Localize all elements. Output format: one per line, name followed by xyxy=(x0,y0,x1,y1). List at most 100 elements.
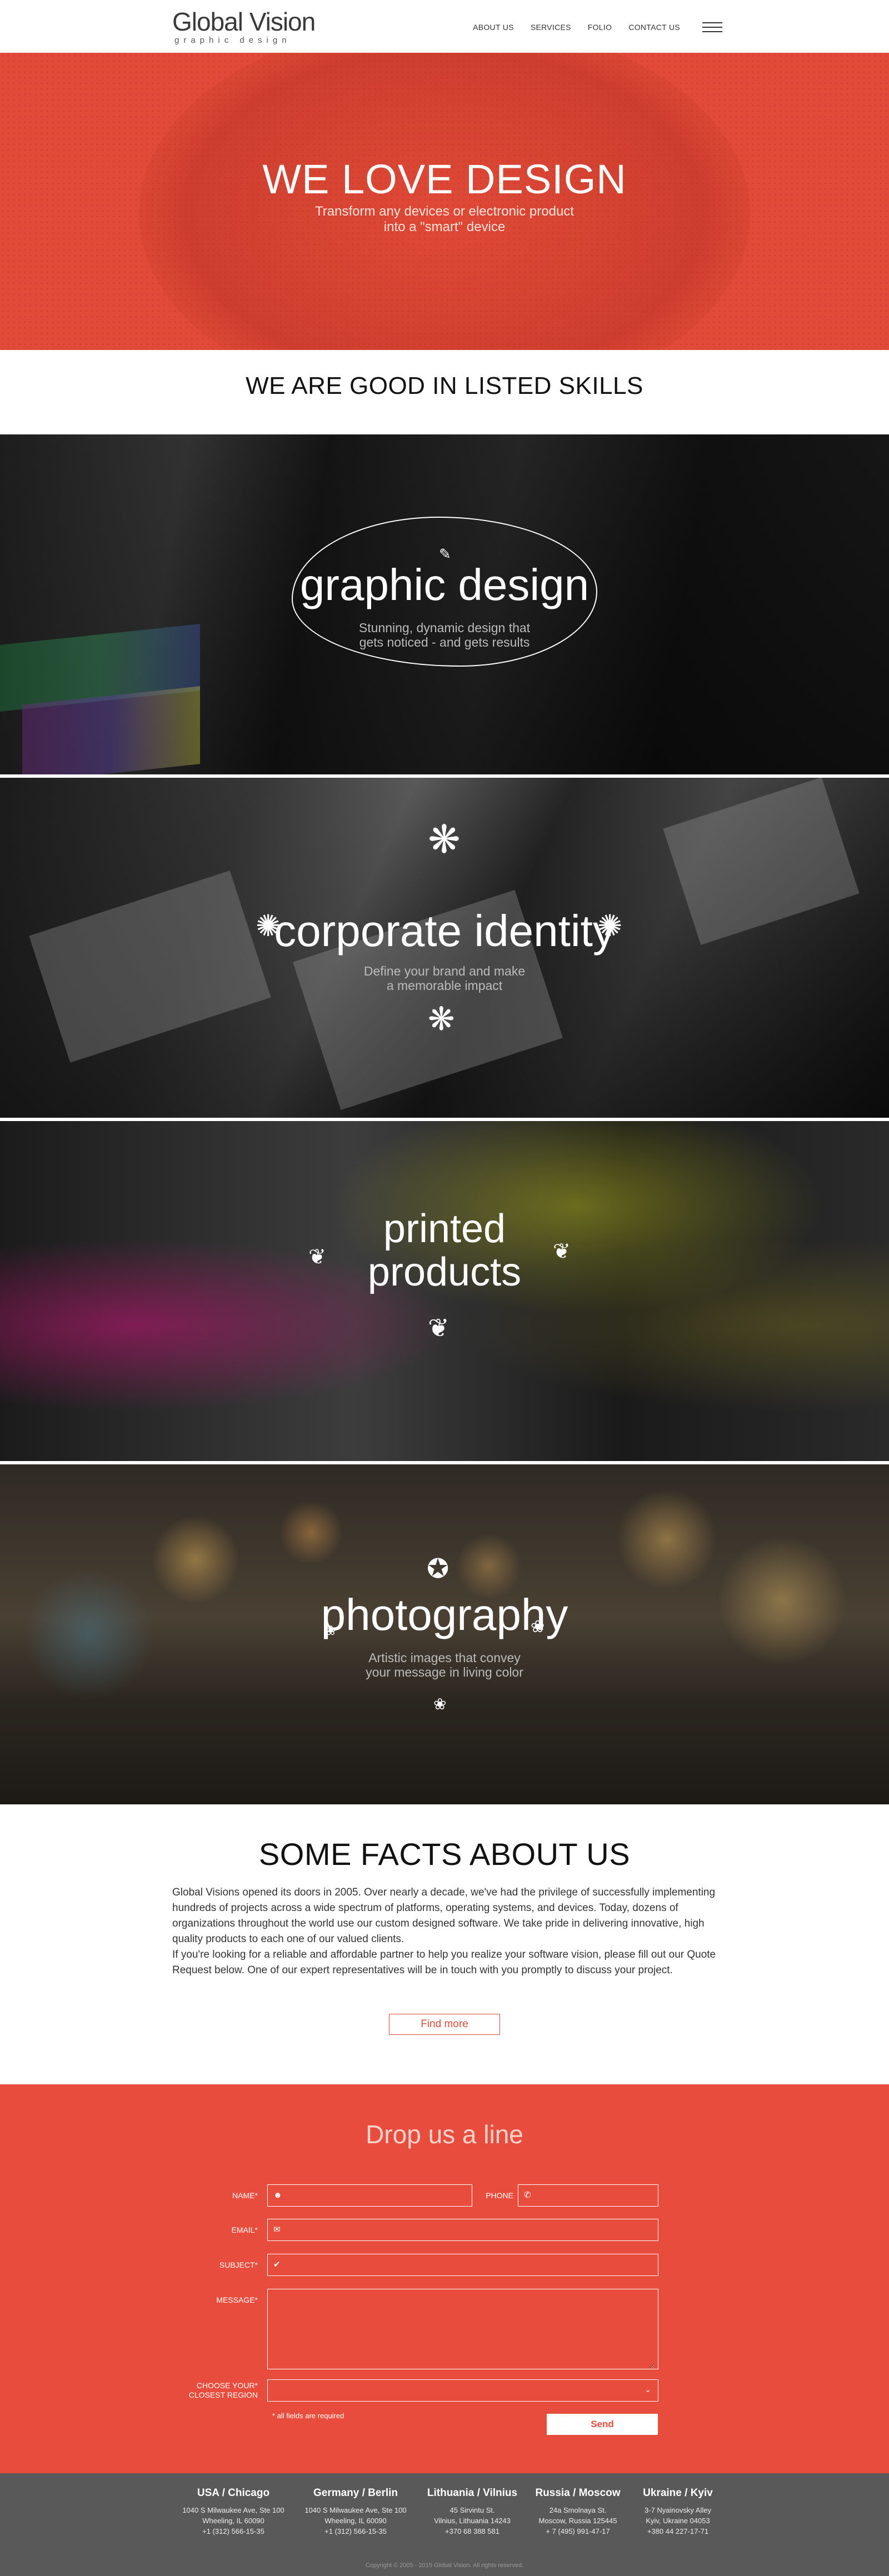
region-select[interactable]: ⌄ xyxy=(267,2379,658,2402)
skill-title: printed products xyxy=(0,1207,889,1294)
office-ukraine-kyiv: Ukraine / Kyiv 3-7 Nyainovsky Alley Kyiv… xyxy=(622,2487,733,2537)
office-title: Germany / Berlin xyxy=(313,2487,398,2499)
name-input[interactable] xyxy=(289,2185,468,2206)
checkmark-icon: ✔ xyxy=(273,2260,281,2269)
skill-description: Define your brand and make a memorable i… xyxy=(0,964,889,993)
hero-title: WE LOVE DESIGN xyxy=(262,156,627,202)
facts-title: SOME FACTS ABOUT US xyxy=(258,1837,631,1872)
skill-panel-printed-products[interactable]: ❦ ❦ ❦ printed products xyxy=(0,1121,889,1461)
skill-title-line: printed xyxy=(383,1207,506,1251)
nav-services[interactable]: SERVICES xyxy=(531,23,571,32)
office-phone: +1 (312) 566-15-35 xyxy=(202,2527,264,2535)
user-icon: ☻ xyxy=(273,2190,282,2200)
contact-section: Drop us a line NAME* ☻ PHONE ✆ EMAIL* ✉ … xyxy=(0,2084,889,2473)
skills-heading: WE ARE GOOD IN LISTED SKILLS xyxy=(246,372,643,399)
message-label: MESSAGE* xyxy=(216,2295,258,2304)
skill-description-line: gets noticed - and gets results xyxy=(359,635,530,649)
hamburger-menu-icon[interactable] xyxy=(702,22,722,32)
camera-sketch-icon: ✪ xyxy=(427,1554,450,1584)
contact-title: Drop us a line xyxy=(366,2120,523,2149)
office-address: 3-7 Nyainovsky Alley xyxy=(645,2506,711,2514)
office-address: 1040 S Milwaukee Ave, Ste 100 xyxy=(182,2506,284,2514)
office-address: 45 Sirvintu St. xyxy=(450,2506,495,2514)
phone-input[interactable] xyxy=(540,2185,655,2206)
office-address: Moscow, Russia 125445 xyxy=(538,2517,617,2525)
nav-folio[interactable]: FOLIO xyxy=(588,23,612,32)
nav-contact-us[interactable]: CONTACT US xyxy=(628,23,680,32)
main-nav: ABOUT US SERVICES FOLIO CONTACT US xyxy=(456,22,722,32)
swirl-ornament-icon: ❀ xyxy=(433,1695,447,1713)
office-phone: +370 68 388 581 xyxy=(445,2527,500,2535)
hero-subtitle-line: Transform any devices or electronic prod… xyxy=(315,204,574,219)
office-address: 1040 S Milwaukee Ave, Ste 100 xyxy=(304,2506,407,2514)
swirl-ornament-icon: ❦ xyxy=(428,1313,450,1342)
hero-subtitle-line: into a "smart" device xyxy=(383,219,506,234)
copyright: Copyright © 2005 - 2015 Global Vision. A… xyxy=(365,2562,524,2569)
office-title: Russia / Moscow xyxy=(535,2487,621,2499)
required-note: * all fields are required xyxy=(272,2412,344,2420)
office-phone: +1 (312) 566-15-35 xyxy=(324,2527,387,2535)
office-phone: +380 44 227-17-71 xyxy=(647,2527,709,2535)
chevron-down-icon: ⌄ xyxy=(645,2385,651,2394)
subject-field[interactable]: ✔ xyxy=(267,2254,658,2276)
send-button[interactable]: Send xyxy=(547,2414,658,2435)
skill-description: Stunning, dynamic design that gets notic… xyxy=(0,621,889,649)
skill-title: photography xyxy=(321,1590,568,1639)
office-title: USA / Chicago xyxy=(197,2487,270,2499)
office-germany-berlin: Germany / Berlin 1040 S Milwaukee Ave, S… xyxy=(294,2487,417,2537)
skill-title-line: products xyxy=(367,1250,522,1294)
skill-description-line: Stunning, dynamic design that xyxy=(358,621,531,635)
phone-icon: ✆ xyxy=(524,2190,531,2200)
email-field[interactable]: ✉ xyxy=(267,2219,658,2241)
office-address: Kyiv, Ukraine 04053 xyxy=(646,2517,710,2525)
region-label: CHOOSE YOUR* CLOSEST REGION xyxy=(167,2381,258,2400)
logo-tagline: graphic design xyxy=(174,36,291,45)
phone-field[interactable]: ✆ xyxy=(518,2184,658,2207)
message-textarea[interactable] xyxy=(272,2293,655,2369)
nav-about-us[interactable]: ABOUT US xyxy=(473,23,514,32)
skill-panel-photography[interactable]: ✪ ❀ ❀ ❀ photography Artistic images that… xyxy=(0,1464,889,1804)
office-russia-moscow: Russia / Moscow 24a Smolnaya St. Moscow,… xyxy=(517,2487,639,2537)
office-address: Wheeling, IL 60090 xyxy=(202,2517,264,2525)
skill-title: corporate identity xyxy=(274,906,615,956)
office-usa-chicago: USA / Chicago 1040 S Milwaukee Ave, Ste … xyxy=(172,2487,294,2537)
site-header: Global Vision graphic design ABOUT US SE… xyxy=(0,0,889,53)
skill-description: Artistic images that convey your message… xyxy=(0,1650,889,1679)
hero-banner: WE LOVE DESIGN Transform any devices or … xyxy=(0,53,889,350)
office-title: Lithuania / Vilnius xyxy=(427,2487,518,2499)
email-label: EMAIL* xyxy=(231,2225,258,2234)
skill-description-line: Define your brand and make xyxy=(363,964,526,978)
phone-label: PHONE xyxy=(486,2191,513,2200)
email-input[interactable] xyxy=(289,2219,655,2240)
skill-description-line: your message in living color xyxy=(366,1665,523,1679)
hero-subtitle: Transform any devices or electronic prod… xyxy=(0,204,889,235)
office-address: Vilnius, Lithuania 14243 xyxy=(434,2517,511,2525)
name-field[interactable]: ☻ xyxy=(267,2184,472,2207)
message-field[interactable] xyxy=(267,2289,658,2369)
skill-title: graphic design xyxy=(299,560,590,609)
site-footer: USA / Chicago 1040 S Milwaukee Ave, Ste … xyxy=(0,2473,889,2576)
ornament-flower-icon: ❋ xyxy=(428,818,461,861)
subject-input[interactable] xyxy=(289,2254,655,2275)
office-address: 24a Smolnaya St. xyxy=(549,2506,607,2514)
ornament-flower-icon: ❋ xyxy=(428,1001,455,1037)
find-more-button[interactable]: Find more xyxy=(389,2014,500,2035)
region-label-line: CHOOSE YOUR* xyxy=(196,2381,258,2390)
office-title: Ukraine / Kyiv xyxy=(643,2487,713,2499)
region-label-line: CLOSEST REGION xyxy=(188,2390,258,2399)
subject-label: SUBJECT* xyxy=(219,2260,258,2269)
skill-panel-graphic-design[interactable]: ✎ graphic design Stunning, dynamic desig… xyxy=(0,434,889,774)
office-address: Wheeling, IL 60090 xyxy=(324,2517,387,2525)
name-label: NAME* xyxy=(232,2191,258,2200)
skill-description-line: Artistic images that convey xyxy=(368,1650,521,1665)
facts-text: Global Visions opened its doors in 2005.… xyxy=(172,1885,717,1978)
office-phone: + 7 (495) 991-47-17 xyxy=(546,2527,610,2535)
facts-paragraph: Global Visions opened its doors in 2005.… xyxy=(172,1887,716,1945)
skill-panel-corporate-identity[interactable]: ❋ ✺ ✺ ❋ corporate identity Define your b… xyxy=(0,778,889,1118)
skill-description-line: a memorable impact xyxy=(386,978,503,993)
office-lithuania-vilnius: Lithuania / Vilnius 45 Sirvintu St. Viln… xyxy=(411,2487,533,2537)
facts-paragraph: If you're looking for a reliable and aff… xyxy=(172,1949,716,1976)
envelope-icon: ✉ xyxy=(273,2225,281,2234)
logo[interactable]: Global Vision graphic design xyxy=(172,7,316,45)
logo-name: Global Vision xyxy=(172,7,316,36)
